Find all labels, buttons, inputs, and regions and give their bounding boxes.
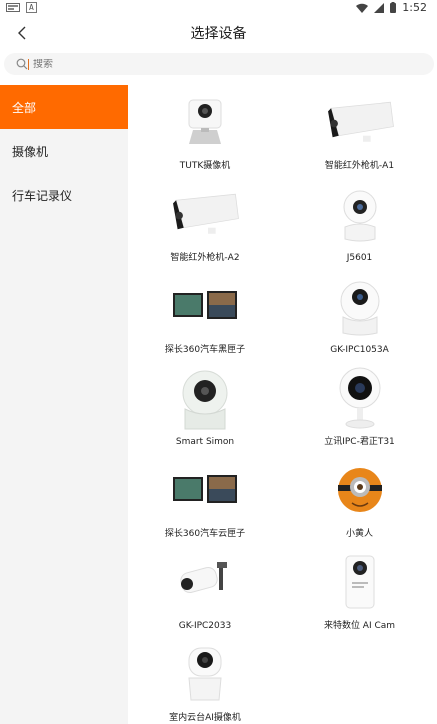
- wifi-icon: [356, 3, 369, 13]
- device-label: J5601: [346, 253, 373, 263]
- ptz-camera-icon: [325, 187, 395, 247]
- dome-camera-icon: [325, 279, 395, 339]
- cube-camera-icon: [170, 92, 240, 152]
- search-input[interactable]: [28, 58, 388, 70]
- search-icon: [16, 58, 28, 70]
- battery-icon: [390, 2, 397, 13]
- outdoor-camera-icon: [170, 555, 240, 615]
- status-left-icons: A: [6, 2, 37, 13]
- device-item-j5601[interactable]: J5601: [282, 177, 437, 269]
- sidebar-item-label: 行车记录仪: [12, 188, 73, 203]
- device-label: GK-IPC1053A: [330, 345, 389, 355]
- app-a-icon: A: [26, 2, 37, 13]
- category-sidebar: 全部 摄像机 行车记录仪: [0, 85, 128, 724]
- device-item-gk-ipc1053a[interactable]: GK-IPC1053A: [282, 269, 437, 361]
- chevron-left-icon: [18, 26, 26, 40]
- ptz-camera-icon: [170, 644, 240, 704]
- device-item-dashcam-cloudbox[interactable]: 探长360汽车云匣子: [128, 453, 282, 545]
- device-label: Smart Simon: [175, 437, 235, 447]
- signal-icon: [374, 2, 385, 13]
- sidebar-item-label: 全部: [12, 100, 37, 115]
- device-item-dashcam-blackbox[interactable]: 探长360汽车黑匣子: [128, 269, 282, 361]
- device-label: 来特数位 AI Cam: [323, 621, 396, 631]
- device-label: 室内云台AI摄像机: [169, 713, 241, 723]
- device-item-indoor-ptz-ai[interactable]: 室内云台AI摄像机: [128, 637, 282, 724]
- status-right: 1:52: [356, 1, 427, 14]
- device-item-smart-simon[interactable]: Smart Simon: [128, 361, 282, 453]
- round-camera-icon: [325, 367, 395, 429]
- sidebar-item-dashcam[interactable]: 行车记录仪: [0, 173, 128, 217]
- device-label: TUTK摄像机: [179, 161, 231, 171]
- device-item-minion[interactable]: 小黄人: [282, 453, 437, 545]
- device-item-laite-ai-cam[interactable]: 来特数位 AI Cam: [282, 545, 437, 637]
- dashcam-icon: [170, 276, 240, 336]
- device-label: 智能红外枪机-A1: [324, 161, 395, 171]
- box-camera-icon: [325, 552, 395, 612]
- search-bar[interactable]: [4, 53, 434, 75]
- dome-camera-icon: [170, 370, 240, 431]
- page-title: 选择设备: [190, 26, 247, 42]
- status-bar: A 1:52: [0, 0, 437, 15]
- sidebar-item-label: 摄像机: [12, 144, 49, 159]
- minion-camera-icon: [325, 460, 395, 520]
- bullet-camera-icon: [325, 92, 395, 152]
- device-item-tutk[interactable]: TUTK摄像机: [128, 85, 282, 177]
- device-grid: TUTK摄像机 智能红外枪机-A1 智能红外枪机-A2 J5601 探长360汽…: [128, 85, 437, 724]
- device-label: 小黄人: [345, 529, 373, 539]
- device-label: 立讯IPC-君正T31: [324, 437, 395, 447]
- notification-icon: [6, 3, 20, 12]
- bullet-camera-icon: [170, 184, 240, 244]
- device-label: 探长360汽车云匣子: [164, 529, 246, 539]
- device-label: 探长360汽车黑匣子: [164, 345, 246, 355]
- device-label: 智能红外枪机-A2: [170, 253, 240, 263]
- status-time: 1:52: [402, 1, 427, 14]
- device-item-bullet-a2[interactable]: 智能红外枪机-A2: [128, 177, 282, 269]
- dashcam-icon: [170, 460, 240, 520]
- top-app-bar: 选择设备: [0, 15, 437, 51]
- sidebar-item-all[interactable]: 全部: [0, 85, 128, 129]
- device-item-gk-ipc2033[interactable]: GK-IPC2033: [128, 545, 282, 637]
- device-label: GK-IPC2033: [178, 621, 232, 631]
- sidebar-item-camera[interactable]: 摄像机: [0, 129, 128, 173]
- back-button[interactable]: [10, 21, 34, 45]
- device-item-luxshare-t31[interactable]: 立讯IPC-君正T31: [282, 361, 437, 453]
- device-item-bullet-a1[interactable]: 智能红外枪机-A1: [282, 85, 437, 177]
